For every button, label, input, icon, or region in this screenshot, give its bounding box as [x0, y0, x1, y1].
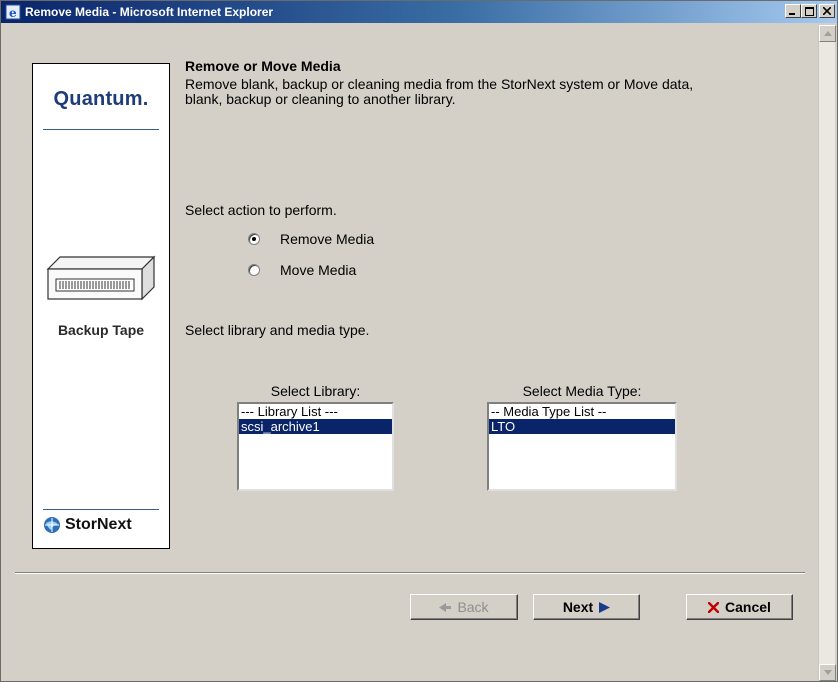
cancel-x-icon	[708, 601, 720, 613]
scroll-up-button[interactable]	[819, 25, 836, 42]
window-title: Remove Media - Microsoft Internet Explor…	[25, 5, 274, 19]
next-button-label: Next	[562, 599, 594, 615]
next-button[interactable]: Next	[533, 594, 640, 620]
page-title: Remove or Move Media	[185, 58, 341, 74]
branding-sidebar: Quantum. Backup Tape StorNext	[32, 63, 170, 549]
internet-explorer-icon: e	[5, 4, 21, 20]
close-button[interactable]	[819, 4, 835, 18]
stornext-logo: StorNext	[43, 516, 163, 534]
backup-tape-caption: Backup Tape	[57, 322, 145, 338]
backup-tape-icon	[46, 255, 156, 301]
select-media-type-label: Select Media Type:	[522, 383, 642, 399]
back-arrow-icon	[439, 602, 452, 612]
back-button[interactable]: Back	[410, 594, 518, 620]
remove-media-option[interactable]: Remove Media	[248, 231, 374, 247]
select-library-label: Select Library:	[270, 383, 361, 399]
cancel-button[interactable]: Cancel	[686, 594, 793, 620]
action-prompt: Select action to perform.	[185, 202, 337, 218]
browser-window: e Remove Media - Microsoft Internet Expl…	[0, 0, 838, 682]
up-arrow-icon	[824, 31, 832, 36]
svg-text:e: e	[9, 6, 17, 20]
quantum-logo: Quantum.	[53, 88, 149, 110]
minimize-button[interactable]	[785, 4, 801, 18]
sidebar-divider	[43, 129, 159, 130]
stornext-brand-text: StorNext	[65, 516, 132, 533]
media-type-listbox[interactable]: -- Media Type List -- LTO	[487, 402, 677, 491]
page-description: Remove blank, backup or cleaning media f…	[185, 76, 694, 107]
library-media-prompt: Select library and media type.	[185, 322, 370, 338]
down-arrow-icon	[824, 670, 832, 675]
footer-divider	[15, 572, 805, 574]
maximize-button[interactable]	[801, 4, 817, 18]
next-arrow-icon	[599, 601, 611, 613]
title-bar: e Remove Media - Microsoft Internet Expl…	[1, 1, 837, 23]
move-media-label[interactable]: Move Media	[280, 262, 356, 278]
scroll-down-button[interactable]	[819, 664, 836, 681]
list-item[interactable]: --- Library List ---	[239, 404, 392, 419]
cancel-button-label: Cancel	[725, 599, 771, 615]
sidebar-divider	[43, 509, 159, 510]
remove-media-label[interactable]: Remove Media	[280, 231, 374, 247]
list-item[interactable]: LTO	[489, 419, 675, 434]
list-item[interactable]: -- Media Type List --	[489, 404, 675, 419]
stornext-globe-icon	[44, 517, 60, 533]
remove-media-radio[interactable]	[248, 233, 260, 245]
library-listbox[interactable]: --- Library List --- scsi_archive1	[237, 402, 394, 491]
move-media-radio[interactable]	[248, 264, 260, 276]
back-button-label: Back	[457, 599, 489, 615]
move-media-option[interactable]: Move Media	[248, 262, 356, 278]
list-item[interactable]: scsi_archive1	[239, 419, 392, 434]
vertical-scrollbar[interactable]	[818, 25, 836, 681]
